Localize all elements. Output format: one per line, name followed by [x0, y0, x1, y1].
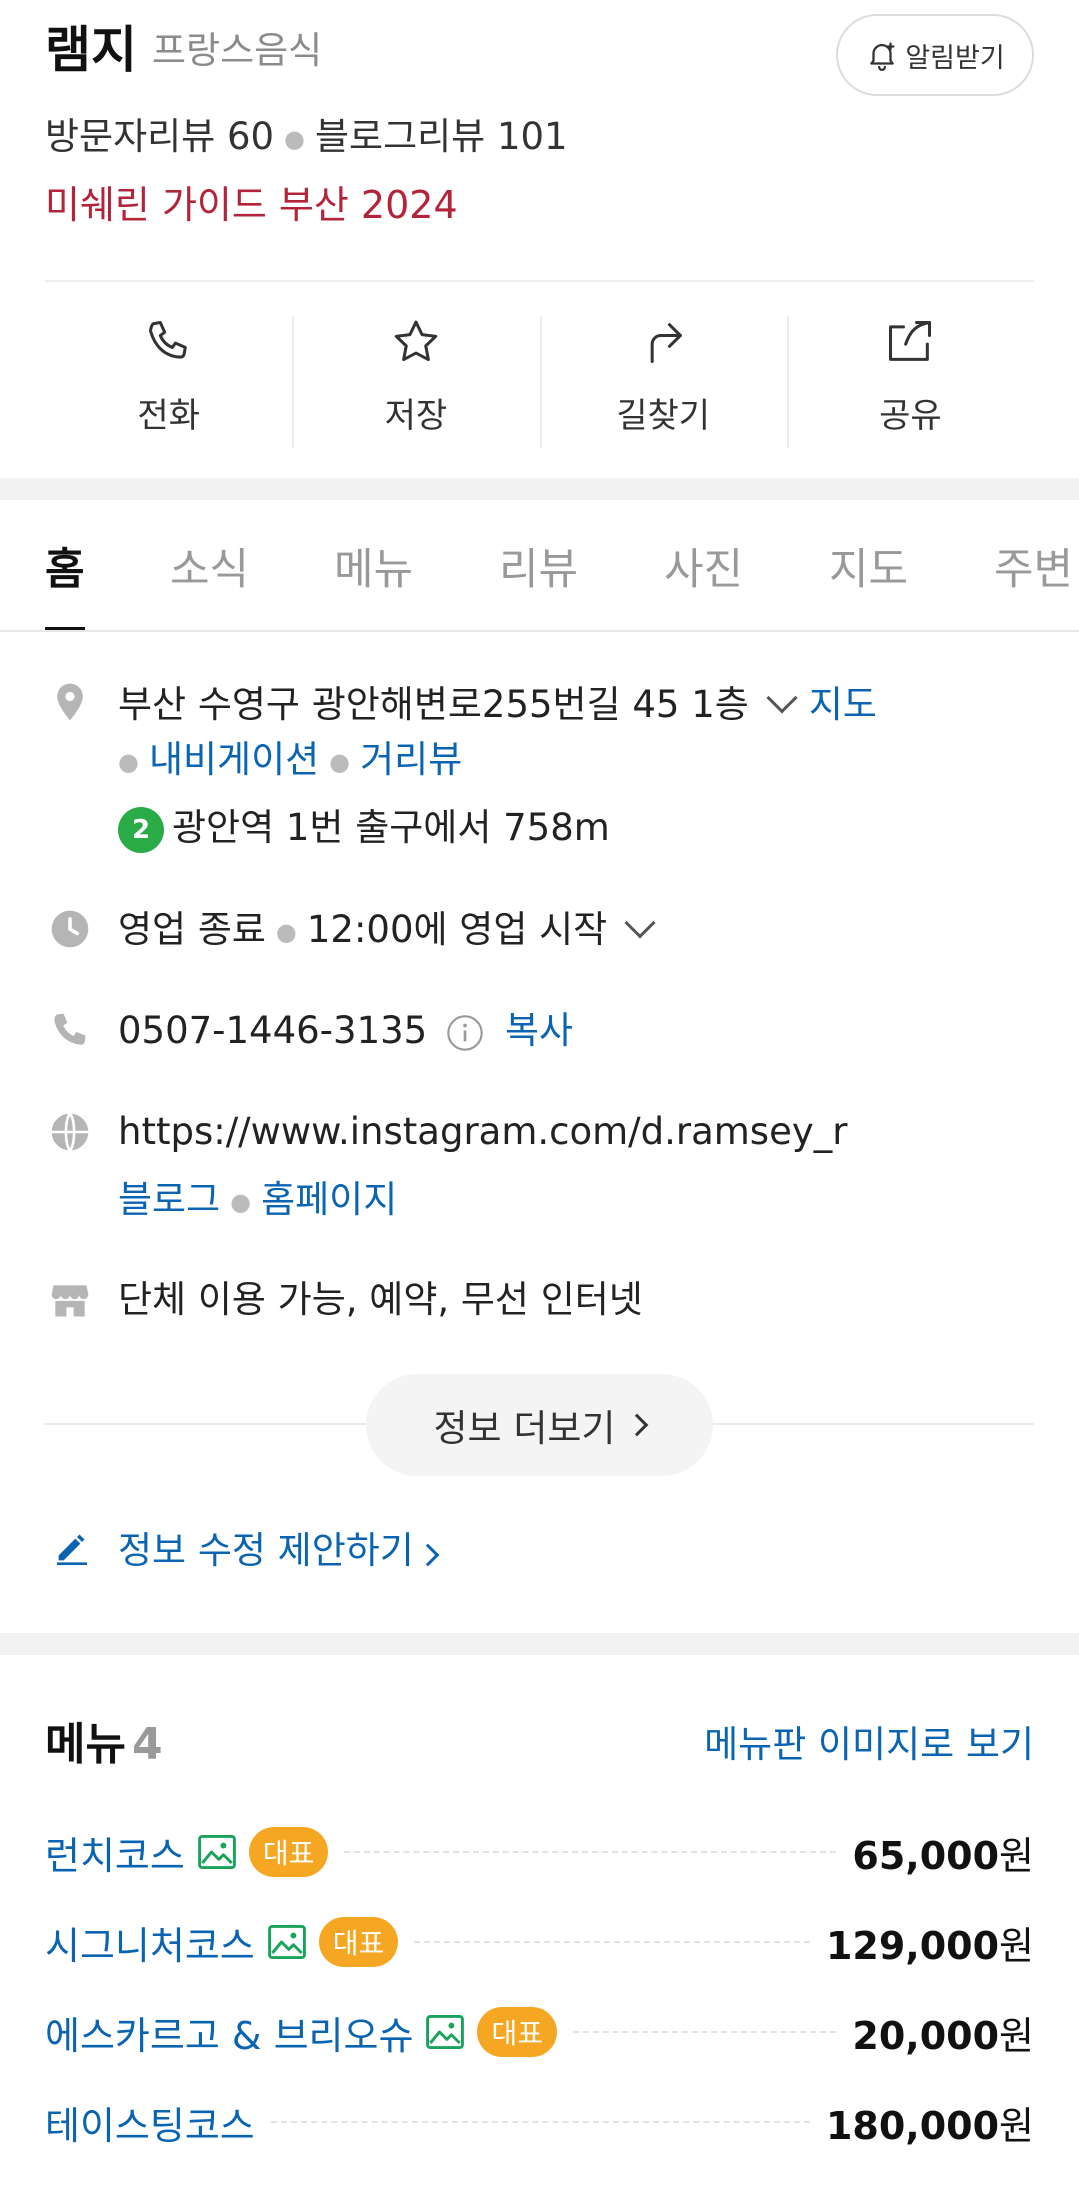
visitor-reviews-link[interactable]: 방문자리뷰 60 [45, 115, 274, 158]
tab-menu[interactable]: 메뉴 [334, 500, 413, 630]
section-gap [0, 1633, 1079, 1655]
action-label: 전화 [137, 396, 200, 436]
dotted-leader [344, 1851, 837, 1853]
dotted-leader [414, 1941, 810, 1943]
menu-title: 메뉴 [45, 1719, 126, 1770]
web-links: 블로그 ● 홈페이지 [118, 1175, 397, 1227]
bell-plus-icon [870, 42, 895, 71]
blog-link[interactable]: 블로그 [118, 1178, 220, 1221]
alarm-label: 알림받기 [905, 42, 1005, 74]
menu-item-price: 129,000원 [825, 1923, 1034, 1968]
chevron-right-icon [626, 1413, 649, 1437]
hours-row[interactable]: 영업 종료 ● 12:00에 영업 시작 [118, 905, 667, 957]
suggest-edit-label: 정보 수정 제안하기 [118, 1529, 414, 1572]
action-label: 공유 [879, 396, 942, 436]
menu-item-name: 에스카르고 & 브리오슈 [45, 2013, 414, 2058]
store-icon [51, 1285, 89, 1317]
menu-section-title: 메뉴 4 [45, 1715, 163, 1775]
menu-item-price: 20,000원 [852, 2013, 1034, 2058]
place-category: 프랑스음식 [152, 29, 323, 72]
chevron-down-icon[interactable] [624, 907, 656, 939]
phone-row: 0507-1446-3135 복사 [118, 1006, 573, 1056]
separator-dot: ● [275, 917, 297, 946]
hours-status: 영업 종료 [118, 908, 266, 951]
info-icon[interactable] [445, 1013, 485, 1053]
menu-item-name: 런치코스 [45, 1833, 185, 1878]
menu-item-name: 테이스팅코스 [45, 2103, 255, 2148]
phone-icon [148, 320, 187, 359]
subway-line-badge: 2 [118, 806, 164, 853]
menu-item-price: 65,000원 [852, 1833, 1034, 1878]
place-title: 램지 [45, 21, 137, 79]
call-button[interactable]: 전화 [45, 310, 292, 450]
menu-item[interactable]: 테이스팅코스 180,000원 [45, 2092, 1034, 2152]
action-bar: 전화 저장 길찾기 공유 [45, 310, 1034, 450]
tab-reviews[interactable]: 리뷰 [499, 500, 578, 630]
featured-badge: 대표 [477, 2007, 557, 2057]
subway-text: 광안역 1번 출구에서 758m [172, 806, 610, 849]
dotted-leader [572, 2031, 837, 2033]
menu-item[interactable]: 시그니처코스 대표 129,000원 [45, 1912, 1034, 1972]
directions-icon [650, 323, 682, 364]
featured-badge: 대표 [248, 1827, 329, 1877]
tab-home[interactable]: 홈 [45, 500, 85, 630]
star-icon [394, 320, 438, 362]
featured-badge: 대표 [318, 1917, 399, 1967]
tab-photos[interactable]: 사진 [664, 500, 743, 630]
image-icon [426, 2014, 465, 2050]
section-gap [0, 478, 1079, 500]
address-row: 부산 수영구 광안해변로255번길 45 1층 지도 [118, 680, 877, 730]
navigation-link[interactable]: 내비게이션 [149, 738, 319, 781]
dotted-leader [270, 2121, 810, 2123]
share-button[interactable]: 공유 [786, 310, 1034, 450]
share-icon [889, 320, 932, 361]
location-pin-icon [57, 683, 83, 721]
address-links: ● 내비게이션 ● 거리뷰 [118, 735, 462, 787]
tab-news[interactable]: 소식 [170, 500, 249, 630]
image-icon [197, 1834, 236, 1870]
action-label: 저장 [384, 396, 448, 436]
more-info-label: 정보 더보기 [433, 1407, 616, 1450]
blog-reviews-link[interactable]: 블로그리뷰 101 [315, 115, 568, 158]
homepage-link[interactable]: 홈페이지 [261, 1178, 397, 1221]
alarm-button[interactable]: 알림받기 [836, 14, 1034, 96]
menu-item-name: 시그니처코스 [45, 1923, 255, 1968]
action-label: 길찾기 [616, 396, 711, 436]
phone-icon [54, 1013, 86, 1045]
tab-nearby[interactable]: 주변 [994, 500, 1073, 630]
suggest-edit-link[interactable]: 정보 수정 제안하기 [52, 1520, 440, 1574]
amenities-text: 단체 이용 가능, 예약, 무선 인터넷 [118, 1278, 643, 1321]
more-info-button[interactable]: 정보 더보기 [366, 1374, 713, 1476]
map-link[interactable]: 지도 [809, 683, 877, 726]
review-summary: 방문자리뷰 60 ● 블로그리뷰 101 [45, 112, 568, 164]
directions-button[interactable]: 길찾기 [539, 310, 787, 450]
tab-map[interactable]: 지도 [829, 500, 908, 630]
clock-icon [51, 910, 89, 948]
save-button[interactable]: 저장 [292, 310, 539, 450]
tab-bar: 홈 소식 메뉴 리뷰 사진 지도 주변 [0, 500, 1079, 632]
streetview-link[interactable]: 거리뷰 [360, 738, 462, 781]
chevron-down-icon[interactable] [766, 682, 798, 714]
copy-phone-link[interactable]: 복사 [505, 1009, 573, 1052]
phone-number[interactable]: 0507-1446-3135 [118, 1009, 427, 1052]
chevron-right-icon [416, 1543, 440, 1567]
separator-dot: ● [329, 747, 351, 776]
menu-item[interactable]: 에스카르고 & 브리오슈 대표 20,000원 [45, 2002, 1034, 2062]
website-link[interactable]: https://www.instagram.com/d.ramsey_r [118, 1107, 847, 1157]
subway-row: 2 광안역 1번 출구에서 758m [118, 803, 610, 853]
pencil-icon [57, 1534, 87, 1565]
separator-dot: ● [118, 747, 139, 776]
michelin-badge[interactable]: 미쉐린 가이드 부산 2024 [45, 180, 458, 230]
globe-icon [51, 1112, 89, 1152]
divider [45, 280, 1034, 282]
menu-count: 4 [131, 1719, 163, 1770]
address-text: 부산 수영구 광안해변로255번길 45 1층 [118, 683, 749, 726]
separator-dot: ● [284, 124, 305, 153]
separator-dot: ● [230, 1187, 252, 1216]
hours-text: 12:00에 영업 시작 [306, 908, 608, 951]
image-icon [267, 1924, 306, 1960]
menu-item-price: 180,000원 [825, 2103, 1034, 2148]
menu-item[interactable]: 런치코스 대표 65,000원 [45, 1822, 1034, 1882]
menu-board-link[interactable]: 메뉴판 이미지로 보기 [704, 1720, 1034, 1770]
